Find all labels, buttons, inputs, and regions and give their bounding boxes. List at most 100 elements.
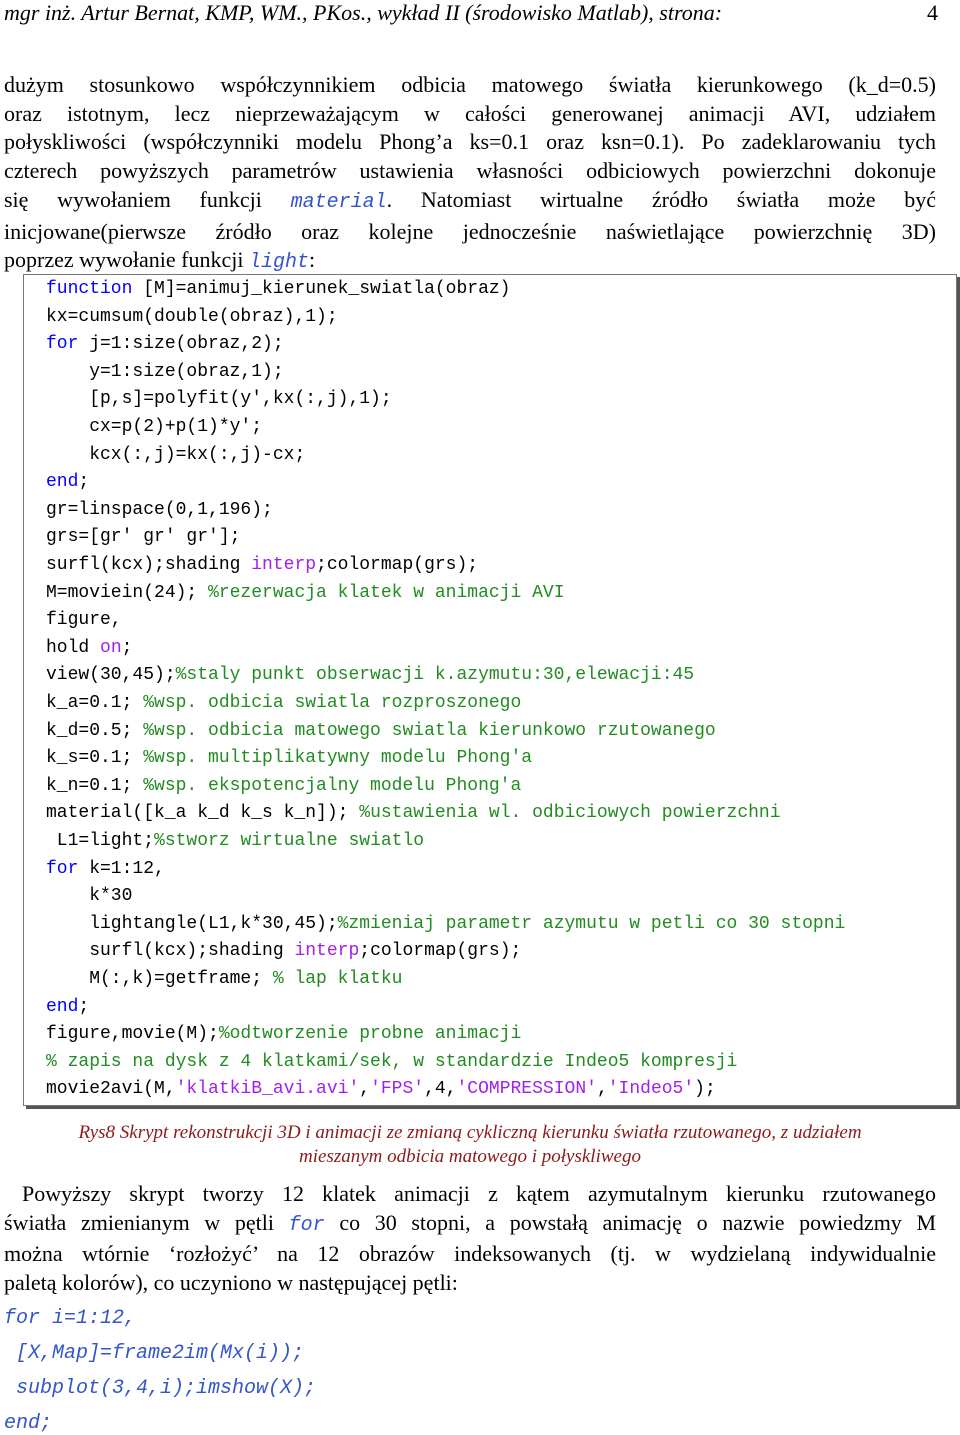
code-line: for i=1:12, [4,1307,137,1330]
code-keyword: function [46,279,133,299]
code-line: movie2avi(M,'klatkiB_avi.avi','FPS',4,'C… [46,1079,716,1099]
text-line: inicjowane(pierwsze źródło oraz kolejne … [4,218,936,244]
text-line: światła zmienianym w pętli for co 30 sto… [4,1209,936,1241]
text-line: można wtórnie ‘rozłożyć’ na 12 obrazów i… [4,1241,936,1267]
code-comment: %stworz wirtualne swiatlo [154,831,425,851]
code-line: function [M]=animuj_kierunek_swiatla(obr… [46,279,510,299]
inline-code: light [248,251,309,275]
code-text: ; [121,637,133,658]
code-line: kx=cumsum(double(obraz),1); [46,307,338,327]
code-text: material([k_a k_d k_s k_n]); [46,803,360,824]
code-string: interp [251,555,317,575]
code-string: 'klatkiB_avi.avi' [175,1079,360,1100]
code-text: ;colormap(grs); [359,941,522,962]
inline-code: for [288,1213,325,1237]
inline-code: material [290,190,387,214]
text-line: czterech powyższych parametrów ustawieni… [4,158,936,184]
code-line: subplot(3,4,i);imshow(X); [4,1377,317,1400]
code-line: for k=1:12, [46,859,165,879]
code-string: 'FPS' [370,1079,425,1100]
code-line: % zapis na dysk z 4 klatkami/sek, w stan… [46,1052,737,1072]
code-line: L1=light;%stworz wirtualne swiatlo [46,831,424,851]
code-line: end; [46,472,89,492]
code-text: lightangle(L1,k*30,45); [46,913,338,934]
code-text: figure,movie(M); [46,1024,219,1045]
code-string: on [100,637,122,658]
code-comment: % zapis na dysk z 4 klatkami/sek, w stan… [46,1051,738,1072]
code-line: gr=linspace(0,1,196); [46,500,273,520]
code-comment: %staly punkt obserwacji k.azymutu:30,ele… [175,665,695,686]
figure-caption: Rys8 Skrypt rekonstrukcji 3D i animacji … [0,1121,940,1169]
code-line: end; [46,997,89,1017]
code-comment: %wsp. odbicia matowego swiatla kierunkow… [143,720,716,741]
text: światła zmienianym w pętli [4,1209,274,1235]
code-text: k*30 [46,886,133,907]
code-text: grs=[gr' gr' gr']; [46,527,241,548]
code-text: ; [78,996,90,1017]
code-keyword: for [46,334,79,355]
code-keyword: end [46,472,79,493]
code-text: surfl(kcx);shading [46,941,295,962]
code-comment: %zmieniaj parametr azymutu w petli co 30… [337,913,846,934]
code-text: k_s=0.1; [46,748,144,769]
code-text: k_d=0.5; [46,720,144,741]
code-line: figure, [46,610,122,630]
code-line: y=1:size(obraz,1); [46,361,284,382]
code-comment: %wsp. multiplikatywny modelu Phong'a [143,748,533,769]
code-text: ; [78,472,90,493]
text: poprzez wywołanie funkcji [4,247,244,273]
text-line: Powyższy skrypt tworzy 12 klatek animacj… [22,1181,936,1206]
text-line: oraz istotnym, lecz nieprzeważającym w c… [4,100,936,126]
paragraph-2: Powyższy skrypt tworzy 12 klatek animacj… [4,1180,936,1298]
code-text: , [359,1079,371,1100]
code-text: M=moviein(24); [46,582,209,603]
code-line: for j=1:size(obraz,2); [46,334,284,354]
text-line: dużym stosunkowo współczynnikiem odbicia… [4,72,936,97]
code-comment: %odtworzenie probne animacji [218,1024,522,1045]
code-listing: function [M]=animuj_kierunek_swiatla(obr… [23,274,957,1106]
caption-line: Rys8 Skrypt rekonstrukcji 3D i animacji … [78,1122,862,1143]
text: się wywołaniem funkcji [4,186,262,212]
code-line: surfl(kcx);shading interp;colormap(grs); [46,555,478,575]
text-line: paletą kolorów), co uczyniono w następuj… [4,1270,458,1296]
code-line: k_d=0.5; %wsp. odbicia matowego swiatla … [46,721,716,741]
code-keyword: end [46,996,79,1017]
code-line: lightangle(L1,k*30,45);%zmieniaj paramet… [46,914,845,934]
code-string: 'Indeo5' [607,1079,695,1100]
code-text: ,4, [424,1079,457,1100]
code-line: cx=p(2)+p(1)*y'; [46,417,262,437]
code-line: [X,Map]=frame2im(Mx(i)); [4,1342,305,1365]
code-text: k=1:12, [78,858,165,879]
code-string: interp [294,941,360,962]
code-text: k_n=0.1; [46,775,144,796]
code-comment: %ustawienia wl. odbiciowych powierzchni [359,803,781,824]
code-comment: % lap klatku [272,969,403,989]
paragraph-1: dużym stosunkowo współczynnikiem odbicia… [4,71,936,278]
text: co 30 stopni, a powstałą animację o nazw… [339,1209,937,1235]
code-line: end; [4,1412,53,1435]
code-text: surfl(kcx);shading [46,555,252,575]
code-text: k_a=0.1; [46,693,144,713]
code-comment: %wsp. odbicia swiatla rozproszonego [143,693,522,713]
text-line: się wywołaniem funkcji material. Natomia… [4,186,936,218]
code-text: y=1:size(obraz,1); [46,361,284,382]
header-text: mgr inż. Artur Bernat, KMP, WM., PKos., … [4,0,723,25]
code-line: hold on; [46,638,132,658]
code-text: , [596,1079,608,1100]
code-string: 'COMPRESSION' [456,1079,597,1100]
document-page: mgr inż. Artur Bernat, KMP, WM., PKos., … [0,0,960,1435]
code-line: kcx(:,j)=kx(:,j)-cx; [46,445,305,465]
code-text: [p,s]=polyfit(y',kx(:,j),1); [46,389,392,410]
text: . Natomiast wirtualne źródło światła moż… [386,186,937,212]
code-comment: %rezerwacja klatek w animacji AVI [208,582,565,603]
caption-line: mieszanym odbicia matowego i połyskliweg… [299,1146,641,1167]
code-text: kx=cumsum(double(obraz),1); [46,306,338,327]
text-line: połyskliwości (współczynniki modelu Phon… [4,129,936,155]
code-line: figure,movie(M);%odtworzenie probne anim… [46,1024,521,1044]
code-line: surfl(kcx);shading interp;colormap(grs); [46,941,521,961]
code-text: L1=light; [46,831,155,851]
code-line: grs=[gr' gr' gr']; [46,527,240,547]
code-text: ;colormap(grs); [316,555,479,575]
code-line: k_s=0.1; %wsp. multiplikatywny modelu Ph… [46,748,532,768]
code-text: j=1:size(obraz,2); [78,334,284,355]
